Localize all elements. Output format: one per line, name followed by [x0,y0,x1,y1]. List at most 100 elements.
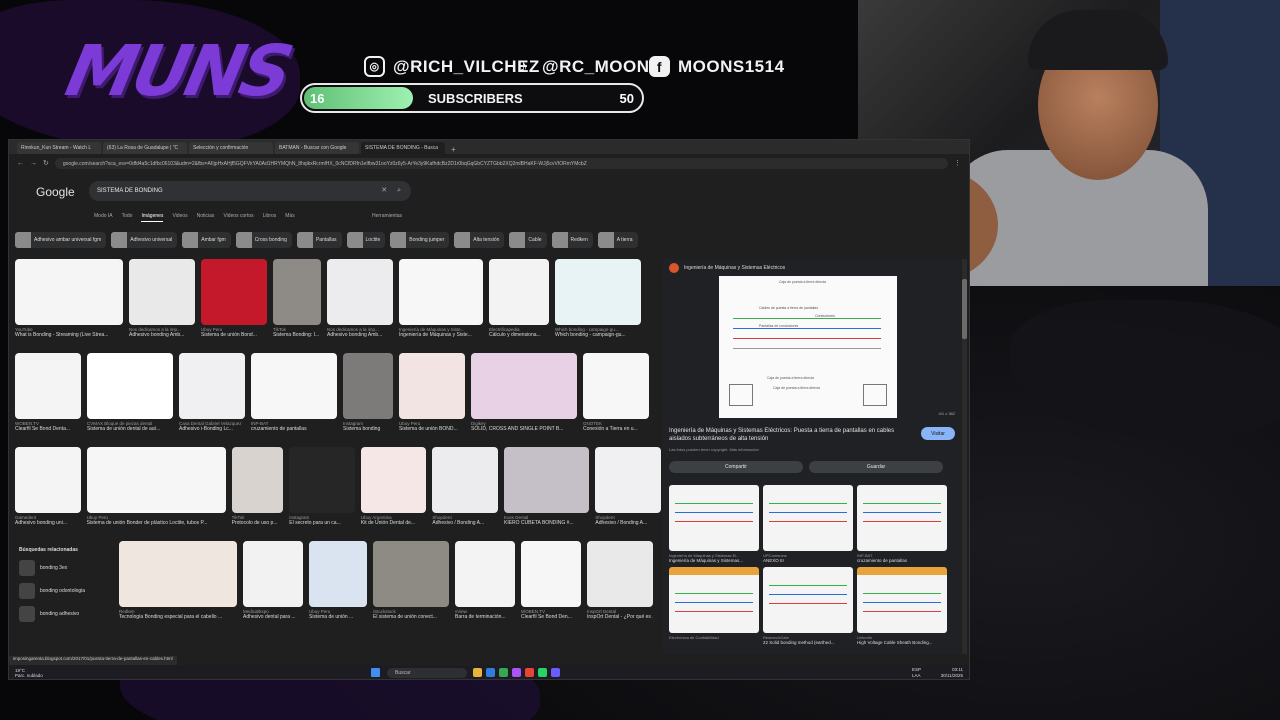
result-thumbnail[interactable] [87,353,173,419]
result-caption[interactable]: Adhesivo / Bonding A... [595,520,661,526]
result-caption[interactable]: Adhesivo i-Bonding Lc... [179,426,245,432]
related-search-item[interactable]: bonding adhesivo [19,605,113,623]
system-clock[interactable]: 03:11 30/11/2025 [941,667,963,679]
extensions-icon[interactable]: ⋮ [954,159,961,167]
image-result[interactable]: TikTok Sistema Bonding: I... [273,259,321,345]
image-result[interactable]: YouTube What is Bonding - Streaming (Live… [15,259,123,345]
windows-start-icon[interactable] [371,668,380,677]
result-thumbnail[interactable] [231,447,284,513]
related-image-thumbnail[interactable] [857,567,947,633]
related-image-thumbnail[interactable] [763,567,853,633]
suggestion-chip[interactable]: Cable [509,232,547,248]
result-caption[interactable]: El secreto para un ca... [289,520,355,526]
image-result[interactable]: InspOrt Dental InspOrt Dental - ¿Por qué … [587,541,653,627]
visit-button[interactable]: Visitar [921,427,955,440]
image-result[interactable]: INP-BAT cruzamiento de pantallas [251,353,337,439]
result-caption[interactable]: cruzamiento de pantallas [251,426,337,432]
result-caption[interactable]: Sistema bonding [343,426,393,432]
suggestion-chip[interactable]: Bonding jumper [390,232,450,248]
related-image-caption[interactable]: Ingeniería de Máquinas y Sistemas... [669,558,759,563]
image-result[interactable]: Redken Tecnología Bonding especial para e… [119,541,237,627]
result-thumbnail[interactable] [583,353,649,419]
result-thumbnail[interactable] [129,259,195,325]
result-thumbnail[interactable] [309,541,367,607]
scrollbar[interactable] [962,259,967,654]
browser-tab[interactable]: Rinnkun_Kun Stream - Watch L [17,142,101,154]
edge-icon[interactable] [486,668,495,677]
image-result[interactable]: Nos dedicamos a la imp... Adhesivo bondin… [327,259,393,345]
result-caption[interactable]: Tecnología Bonding especial para el cabe… [119,614,237,620]
result-thumbnail[interactable] [360,447,427,513]
search-tab[interactable]: Imágenes [141,213,164,222]
app-icon[interactable] [551,668,560,677]
result-thumbnail[interactable] [471,353,577,419]
google-logo[interactable]: Google [36,185,75,199]
result-caption[interactable]: El sistema de unión conect... [373,614,449,620]
image-result[interactable]: Gamedent Adhesivo bonding uni... [15,447,81,533]
result-caption[interactable]: Adhesivo bonding Amb... [129,332,195,338]
image-result[interactable]: Electrificapedia Cálculo y dimensiona... [489,259,549,345]
save-button[interactable]: Guardar [809,461,943,473]
image-result[interactable]: MedicalExpo Adhesivo dental para ... [243,541,303,627]
search-tab[interactable]: Más [285,213,294,222]
chrome-icon[interactable] [499,668,508,677]
result-thumbnail[interactable] [521,541,581,607]
related-image[interactable]: UPCommons ANEXO III [763,485,853,563]
result-thumbnail[interactable] [399,259,483,325]
browser-tab[interactable]: (63) La Rosa de Guadalupe | "C [103,142,187,154]
result-thumbnail[interactable] [15,259,123,325]
suggestion-chip[interactable]: Ambar fgm [182,232,231,248]
share-button[interactable]: Compartir [669,461,803,473]
related-image-thumbnail[interactable] [763,485,853,551]
whatsapp-icon[interactable] [538,668,547,677]
result-caption[interactable]: Adhesivo bonding Amb... [327,332,393,338]
suggestion-chip[interactable]: A tierra [597,232,638,248]
result-caption[interactable]: Protocolo de uso p... [232,520,284,526]
result-thumbnail[interactable] [399,353,465,419]
result-thumbnail[interactable] [179,353,245,419]
forward-icon[interactable]: → [30,160,37,167]
related-image-thumbnail[interactable] [669,567,759,633]
result-thumbnail[interactable] [455,541,515,607]
search-tab[interactable]: Noticias [197,213,215,222]
scrollbar-thumb[interactable] [962,279,967,339]
reload-icon[interactable]: ↻ [43,159,49,167]
suggestion-chip[interactable]: Adhesivo universal [111,232,178,248]
result-caption[interactable]: Kit de Unión Dental de... [361,520,427,526]
image-result[interactable]: Instagram Sistema bonding [343,353,393,439]
related-image[interactable]: Electrónica de Confiabilidad [669,567,759,645]
related-image-thumbnail[interactable] [669,485,759,551]
related-image[interactable]: INP-BAT cruzamiento de pantallas [857,485,947,563]
result-thumbnail[interactable] [327,259,393,325]
result-caption[interactable]: Sistema de unión BOND... [399,426,465,432]
result-caption[interactable]: Adhesivo dental para ... [243,614,303,620]
result-thumbnail[interactable] [201,259,267,325]
image-result[interactable]: WOBEN.TV Clearfil Se Bond Denta... [15,353,81,439]
image-result[interactable]: Ubuy Peru Sistema de unión ... [309,541,367,627]
result-thumbnail[interactable] [503,447,590,513]
related-image[interactable]: LinkedIn High Voltage Cable Sheath Bondin… [857,567,947,645]
new-tab-icon[interactable]: + [447,145,460,154]
result-caption[interactable]: Adhesivo / Bonding A... [432,520,498,526]
result-caption[interactable]: Clearfil Se Bond Denta... [15,426,81,432]
file-explorer-icon[interactable] [473,668,482,677]
result-caption[interactable]: Sistema Bonding: I... [273,332,321,338]
image-result[interactable]: TikTok Protocolo de uso p... [231,447,284,533]
browser-tab[interactable]: BATMAN - Buscar con Google [275,142,359,154]
language-indicator[interactable]: ESP LAA [912,667,921,679]
related-search-item[interactable]: bonding odontologia [19,582,113,600]
related-search-item[interactable]: bonding 3ex [19,559,113,577]
image-result[interactable]: GNOTEK Conexión a Tierra en u... [583,353,649,439]
related-image-thumbnail[interactable] [857,485,947,551]
search-tab[interactable]: Libros [263,213,277,222]
result-thumbnail[interactable] [273,259,321,325]
image-result[interactable]: vView Barra de terminación... [455,541,515,627]
suggestion-chip[interactable]: Loctite [346,232,386,248]
result-caption[interactable]: InspOrt Dental - ¿Por qué es ... [587,614,653,620]
result-caption[interactable]: KIERO CUBETA BONDING #... [504,520,589,526]
result-thumbnail[interactable] [595,447,661,513]
search-tab[interactable]: Videos cortos [223,213,253,222]
image-result[interactable]: Shopdent Adhesivo / Bonding A... [595,447,661,533]
related-image-caption[interactable]: High Voltage Cable Sheath Bonding... [857,640,947,645]
back-icon[interactable]: ← [17,160,24,167]
